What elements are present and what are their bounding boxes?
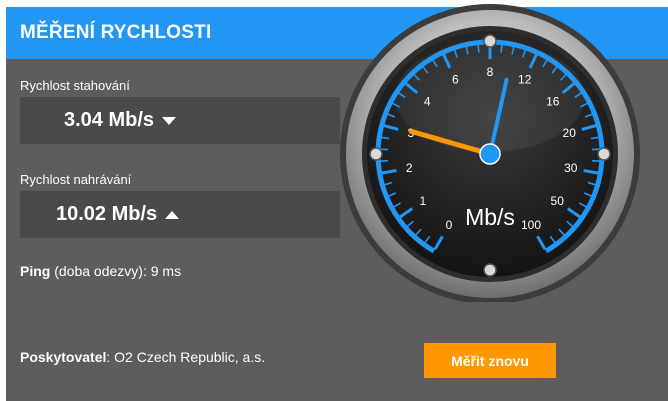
gauge-scale-label: 0 [446, 218, 453, 232]
gauge-minor-tick [380, 159, 389, 162]
ping-label: Ping [20, 263, 51, 279]
gauge-scale-label: 100 [521, 218, 541, 232]
download-value: 3.04 Mb/s [64, 109, 177, 132]
arrow-up-icon [165, 210, 180, 219]
download-value-box: 3.04 Mb/s [20, 97, 340, 144]
gauge-scale-label: 8 [487, 65, 494, 79]
arrow-down-icon [162, 116, 177, 125]
gauge-minor-tick [591, 159, 600, 162]
upload-value-box: 10.02 Mb/s [20, 191, 340, 238]
screw-bottom-icon [483, 263, 497, 277]
screw-right-icon [597, 147, 611, 161]
ping-detail: (doba odezvy): 9 ms [50, 263, 182, 279]
gauge-minor-tick [500, 44, 503, 53]
gauge-scale-label: 6 [452, 73, 459, 87]
ping-info: Ping (doba odezvy): 9 ms [20, 263, 181, 279]
upload-label: Rychlost nahrávání [20, 172, 132, 187]
gauge-scale-label: 2 [406, 161, 413, 175]
download-value-text: 3.04 Mb/s [64, 109, 155, 131]
gauge-hub [479, 143, 501, 165]
speed-gauge: 01234681216203050100 Mb/s [340, 4, 640, 302]
gauge-scale-label: 30 [564, 161, 578, 175]
provider-label: Poskytovatel [20, 349, 107, 365]
gauge-minor-tick [477, 44, 480, 53]
gauge-scale-label: 20 [563, 126, 577, 140]
screw-left-icon [369, 147, 383, 161]
provider-value: : O2 Czech Republic, a.s. [106, 349, 266, 365]
provider-info: Poskytovatel: O2 Czech Republic, a.s. [20, 349, 265, 365]
page-title: MĚŘENÍ RYCHLOSTI [20, 22, 212, 43]
upload-value: 10.02 Mb/s [56, 203, 180, 226]
retest-button[interactable]: Měřit znovu [424, 343, 556, 378]
gauge-scale-label: 50 [551, 194, 565, 208]
gauge-scale-label: 16 [546, 94, 560, 108]
gauge-scale-label: 4 [424, 94, 431, 108]
gauge-unit: Mb/s [465, 204, 515, 230]
gauge-scale-label: 1 [419, 194, 426, 208]
download-label: Rychlost stahování [20, 78, 130, 93]
gauge-scale-label: 12 [518, 73, 532, 87]
upload-value-text: 10.02 Mb/s [56, 203, 158, 225]
screw-top-icon [483, 34, 497, 48]
